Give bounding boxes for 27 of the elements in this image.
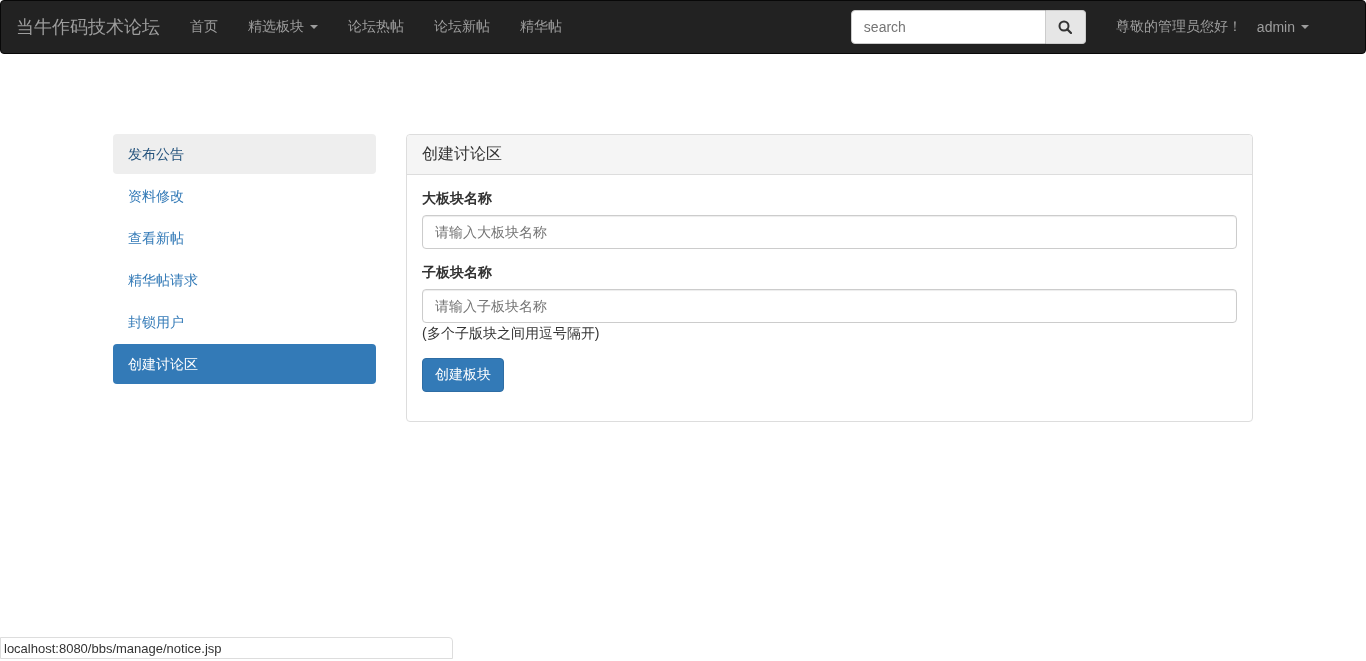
sidebar-item[interactable]: 查看新帖: [113, 218, 376, 258]
search-field[interactable]: search: [850, 10, 1046, 44]
panel-title: 创建讨论区: [407, 135, 1252, 175]
sidebar-item[interactable]: 精华帖请求: [113, 260, 376, 300]
search-icon: [1058, 20, 1073, 34]
nav-link[interactable]: 精选板块: [233, 1, 333, 53]
field-label: 大板块名称: [422, 190, 493, 208]
caret-icon: [310, 25, 318, 29]
input-field[interactable]: 请输入大板块名称: [422, 215, 1237, 249]
greeting-text: 尊敬的管理员您好！: [1115, 18, 1242, 36]
help-text: (多个子版块之间用逗号隔开): [422, 325, 601, 343]
nav-link[interactable]: 论坛热帖: [333, 1, 419, 53]
sidebar-item[interactable]: 创建讨论区: [113, 344, 376, 384]
site-title: 当牛作码技术论坛: [15, 16, 161, 39]
search-button[interactable]: [1045, 10, 1086, 44]
nav-link[interactable]: 首页: [175, 1, 233, 53]
sidebar-item[interactable]: 封锁用户: [113, 302, 376, 342]
nav-link[interactable]: 论坛新帖: [419, 1, 505, 53]
nav-link[interactable]: 精华帖: [505, 1, 577, 53]
status-bar-url: localhost:8080/bbs/manage/notice.jsp: [0, 637, 453, 659]
user-menu[interactable]: admin: [1241, 1, 1324, 53]
field-label: 子板块名称: [422, 264, 493, 282]
caret-icon: [1301, 25, 1309, 29]
create-button[interactable]: 创建板块: [422, 358, 504, 392]
input-field[interactable]: 请输入子板块名称: [422, 289, 1237, 323]
sidebar-item[interactable]: 发布公告: [113, 134, 376, 174]
sidebar-item[interactable]: 资料修改: [113, 176, 376, 216]
